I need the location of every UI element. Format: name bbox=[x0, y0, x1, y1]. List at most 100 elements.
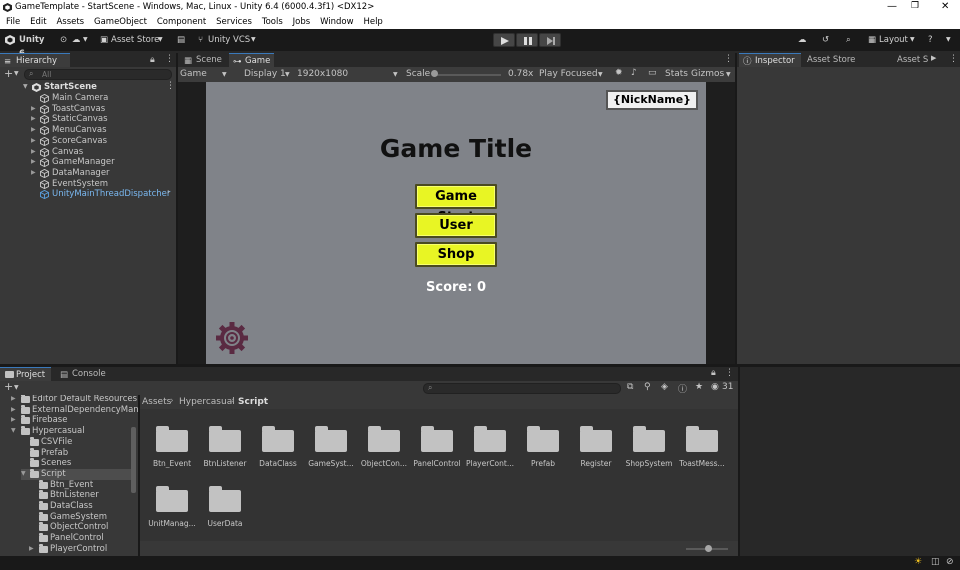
play-focused-dropdown[interactable]: Play Focused ▼ bbox=[539, 67, 619, 82]
asset-folder-icon[interactable] bbox=[474, 426, 506, 452]
expand-arrow-icon[interactable]: ▶ bbox=[31, 147, 36, 158]
asset-store-dropdown[interactable]: ▣ Asset Store ▼ bbox=[100, 33, 166, 47]
play-button[interactable] bbox=[493, 33, 515, 47]
warning-icon[interactable]: ⓘ bbox=[678, 382, 687, 395]
project-tree-item[interactable]: ObjectControl bbox=[39, 522, 128, 533]
label-icon[interactable]: ◈ bbox=[661, 382, 668, 392]
asset-folder-icon[interactable] bbox=[527, 426, 559, 452]
filter-icon[interactable]: ⚲ bbox=[644, 382, 651, 392]
asset-folder-icon[interactable] bbox=[368, 426, 400, 452]
cloud-services-icon[interactable]: ☁ bbox=[798, 33, 807, 47]
zoom-slider-handle[interactable] bbox=[705, 545, 712, 552]
add-button[interactable]: + bbox=[4, 380, 13, 393]
asset-folder-icon[interactable] bbox=[421, 426, 453, 452]
tab-console[interactable]: ▤ Console bbox=[56, 367, 108, 381]
project-tree-item[interactable]: PanelControl bbox=[39, 533, 128, 544]
project-search-input[interactable]: ⌕ bbox=[423, 383, 621, 394]
menu-file[interactable]: File bbox=[6, 15, 20, 29]
lock-icon[interactable]: 🔒︎ bbox=[150, 55, 155, 65]
tab-inspector[interactable]: ⓘ Inspector bbox=[739, 53, 801, 67]
step-button[interactable] bbox=[539, 33, 561, 47]
game-start-button[interactable]: Game Start bbox=[415, 184, 497, 225]
scale-slider-handle[interactable] bbox=[431, 70, 438, 77]
hierarchy-item[interactable]: EventSystem bbox=[40, 179, 171, 190]
project-tree-item[interactable]: ▶ Editor Default Resources bbox=[11, 395, 137, 405]
more-options-icon[interactable]: ⋮ bbox=[725, 368, 734, 378]
breadcrumb-script[interactable]: Script bbox=[238, 397, 268, 407]
menu-jobs[interactable]: Jobs bbox=[293, 15, 311, 29]
more-options-icon[interactable]: ⋮ bbox=[949, 54, 958, 64]
expand-arrow-icon[interactable]: ▶ bbox=[11, 395, 16, 405]
nickname-button[interactable]: {NickName} bbox=[606, 90, 698, 110]
asset-folder-icon[interactable] bbox=[209, 426, 241, 452]
menu-gameobject[interactable]: GameObject bbox=[94, 15, 147, 29]
scale-slider-track[interactable] bbox=[433, 74, 501, 76]
hierarchy-search-input[interactable]: ⌕ All bbox=[24, 69, 172, 80]
menu-help[interactable]: Help bbox=[363, 15, 382, 29]
expand-arrow-icon[interactable]: ▶ bbox=[11, 415, 16, 426]
more-options-icon[interactable]: ⋮ bbox=[165, 54, 174, 64]
project-tree-item[interactable]: Scenes bbox=[30, 458, 128, 469]
menu-window[interactable]: Window bbox=[320, 15, 354, 29]
expand-arrow-icon[interactable]: ▶ bbox=[31, 157, 36, 168]
asset-folder-icon[interactable] bbox=[156, 486, 188, 512]
hierarchy-item[interactable]: ▶ MenuCanvas bbox=[31, 125, 171, 136]
project-tree-item[interactable]: GameSystem bbox=[39, 511, 128, 523]
help-icon[interactable]: ? bbox=[928, 33, 933, 47]
breadcrumb-hypercasual[interactable]: Hypercasual bbox=[179, 397, 235, 407]
expand-arrow-icon[interactable]: ▶ bbox=[31, 136, 36, 147]
chevron-down-icon[interactable]: ▼ bbox=[14, 70, 19, 77]
layout-dropdown[interactable]: ▦ Layout ▼ bbox=[868, 33, 918, 47]
more-options-icon[interactable]: ⋮ bbox=[724, 54, 733, 64]
expand-arrow-icon[interactable]: ▶ bbox=[31, 168, 36, 179]
game-mode-dropdown[interactable]: Game ▼ bbox=[178, 67, 231, 82]
display-dropdown[interactable]: Display 1 ▼ bbox=[244, 67, 294, 82]
hierarchy-item[interactable]: ▶ ToastCanvas bbox=[31, 104, 171, 115]
bug-icon[interactable]: ✹ bbox=[615, 68, 623, 78]
hierarchy-item[interactable]: ▶ DataManager bbox=[31, 168, 171, 179]
pause-button[interactable] bbox=[516, 33, 538, 47]
menu-services[interactable]: Services bbox=[216, 15, 252, 29]
minimize-button[interactable]: — bbox=[887, 1, 897, 12]
search-by-type-icon[interactable]: ⧉ bbox=[627, 382, 633, 392]
project-tree-item[interactable]: ▼ Script bbox=[21, 468, 131, 480]
close-button[interactable]: ✕ bbox=[941, 1, 949, 12]
menu-assets[interactable]: Assets bbox=[56, 15, 84, 29]
progress-icon[interactable]: ⊘ bbox=[946, 557, 954, 567]
asset-folder-icon[interactable] bbox=[209, 486, 241, 512]
chevron-right-icon[interactable]: ▶ bbox=[931, 54, 936, 62]
tab-asset-store[interactable]: Asset S bbox=[893, 53, 931, 67]
asset-folder-icon[interactable] bbox=[156, 426, 188, 452]
tab-hierarchy[interactable]: ≡ Hierarchy bbox=[0, 53, 70, 67]
chevron-down-icon[interactable]: ▼ bbox=[946, 33, 951, 47]
asset-folder-icon[interactable] bbox=[315, 426, 347, 452]
chevron-down-icon[interactable]: ▼ bbox=[14, 384, 19, 391]
settings-gear-icon[interactable] bbox=[215, 321, 249, 355]
tab-game[interactable]: ⊶ Game bbox=[229, 53, 274, 67]
stats-button[interactable]: Stats bbox=[665, 67, 688, 82]
project-tree-item[interactable]: ▶ Firebase bbox=[11, 415, 128, 426]
account-dropdown[interactable]: ⊙ ☁ ▼ bbox=[60, 33, 90, 47]
package-icon[interactable]: ▤ bbox=[177, 33, 187, 47]
gizmos-dropdown[interactable]: Gizmos ▼ bbox=[691, 67, 735, 82]
hierarchy-item[interactable]: ▶ GameManager bbox=[31, 157, 171, 168]
lighting-icon[interactable]: ☀ bbox=[914, 557, 922, 567]
tree-scrollbar[interactable] bbox=[131, 427, 136, 493]
cache-icon[interactable]: ◫ bbox=[931, 557, 940, 567]
project-tree-item[interactable]: ▶ PlayerControl bbox=[29, 543, 128, 555]
expand-arrow-icon[interactable]: ▶ bbox=[31, 104, 36, 115]
asset-folder-icon[interactable] bbox=[633, 426, 665, 452]
breadcrumb-assets[interactable]: Assets bbox=[142, 397, 171, 407]
scene-row[interactable]: ▼ StartScene ⋮ bbox=[0, 81, 176, 93]
menu-component[interactable]: Component bbox=[157, 15, 206, 29]
project-tree-item[interactable]: Btn_Event bbox=[39, 479, 128, 491]
hierarchy-item[interactable]: UnityMainThreadDispatcher bbox=[40, 189, 171, 200]
expand-arrow-icon[interactable]: ▼ bbox=[21, 469, 26, 480]
hierarchy-item[interactable]: ▶ Canvas bbox=[31, 147, 171, 158]
star-icon[interactable]: ★ bbox=[695, 382, 703, 392]
keyboard-icon[interactable]: ▭ bbox=[648, 68, 657, 78]
add-button[interactable]: + bbox=[4, 67, 13, 80]
expand-arrow-icon[interactable]: ▶ bbox=[29, 544, 34, 555]
asset-folder-icon[interactable] bbox=[580, 426, 612, 452]
menu-edit[interactable]: Edit bbox=[30, 15, 46, 29]
